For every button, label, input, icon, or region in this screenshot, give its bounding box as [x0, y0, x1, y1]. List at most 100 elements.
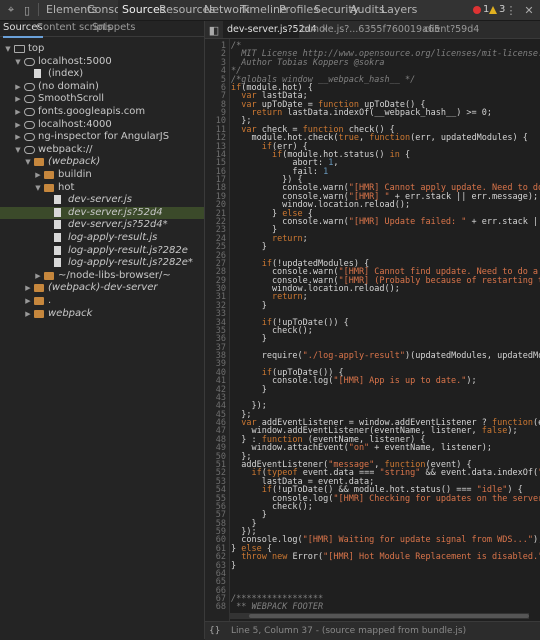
line-number[interactable]: 68 [205, 603, 226, 612]
warning-badge[interactable]: 3 [489, 3, 505, 17]
expanded-arrow-icon[interactable]: ▼ [24, 156, 32, 168]
tree-item-label: localhost:4000 [38, 118, 112, 130]
tab-layers[interactable]: Layers [377, 0, 421, 20]
folder-icon [34, 158, 44, 167]
horizontal-scrollbar[interactable] [229, 613, 529, 619]
tree-item[interactable]: ▶ (webpack)-dev-server [0, 282, 204, 294]
expanded-arrow-icon[interactable]: ▼ [4, 43, 12, 55]
code-token: } [231, 384, 267, 395]
collapsed-arrow-icon[interactable]: ▶ [24, 282, 32, 294]
code-token: Error( [287, 552, 324, 563]
code-token: && event.data.indexOf( [420, 468, 539, 479]
toggle-navigator-icon[interactable]: ◧ [207, 23, 221, 37]
file-icon [54, 258, 61, 268]
line-gutter[interactable]: 1 2 3 4 5 6 7 8 9 10 11 12 13 14 15 16 17 18 19 20 21 22 23 24 2… [205, 39, 230, 621]
tree-item-label: dev-server.js?52d4 [68, 206, 163, 218]
tree-item[interactable]: ▼ webpack:// [0, 144, 204, 156]
expanded-arrow-icon[interactable]: ▼ [14, 144, 22, 156]
tree-item[interactable]: ▶ ng-inspector for AngularJS [0, 131, 204, 143]
code-token: (err, updatedModules) { [410, 133, 528, 144]
expanded-arrow-icon[interactable]: ▼ [14, 56, 22, 68]
cloud-icon [24, 95, 35, 104]
code-token: "on" [348, 443, 370, 454]
tree-item[interactable]: ▶ webpack [0, 308, 204, 320]
tree-item[interactable]: log-apply-result.js?282e* [0, 257, 204, 269]
code-token: throw [241, 552, 267, 563]
file-icon [54, 245, 61, 255]
collapsed-arrow-icon[interactable]: ▶ [14, 119, 22, 131]
tree-item[interactable]: ▶ buildin [0, 169, 204, 181]
inspect-icon[interactable]: ⌖ [4, 3, 18, 17]
tree-item-label: (webpack)-dev-server [48, 282, 158, 294]
editor-tabs: ◧ dev-server.js?52d4 × bundle.js?...6355f7… [205, 21, 540, 39]
tree-item[interactable]: ▶ (no domain) [0, 81, 204, 93]
collapsed-arrow-icon[interactable]: ▶ [24, 308, 32, 320]
pretty-print-icon[interactable]: {} [209, 622, 220, 640]
code-view[interactable]: 1 2 3 4 5 6 7 8 9 10 11 12 13 14 15 16 17 18 19 20 21 22 23 24 2… [205, 39, 540, 621]
tree-item-label: fonts.googleapis.com [38, 106, 146, 117]
tree-item[interactable]: ▶ SmoothScroll [0, 93, 204, 105]
cloud-icon [24, 120, 35, 129]
tree-item[interactable]: ▼ hot [0, 182, 204, 194]
source-editor: ◧ dev-server.js?52d4 × bundle.js?...6355f7… [205, 21, 540, 640]
tree-item[interactable]: ▶ ~/node-libs-browser/~ [0, 270, 204, 282]
nav-tab-snippets[interactable]: Snippets [92, 21, 135, 36]
more-icon[interactable]: ⋮ [504, 3, 518, 17]
tree-item-label: log-apply-result.js [68, 232, 158, 243]
editor-tab[interactable]: bundle.js?...6355f760019a65 [297, 21, 440, 38]
collapsed-arrow-icon[interactable]: ▶ [34, 169, 42, 181]
collapsed-arrow-icon[interactable]: ▶ [14, 81, 22, 93]
tree-item[interactable]: ▼ localhost:5000 [0, 56, 204, 68]
tree-item-label: dev-server.js?52d4* [68, 219, 168, 231]
code-token: "[HMR] Update failed: " [348, 216, 467, 227]
tree-item[interactable]: ▼ top [0, 43, 204, 55]
code-token: "[HMR] Checking for updates on the serve… [333, 493, 540, 504]
code-token: "[HMR] App is up to date." [333, 376, 467, 387]
code-token: } [231, 242, 267, 253]
code-token: return [271, 292, 303, 303]
devtools-toolbar: ⌖ ▯ Elements Console Sources Resources Netwo… [0, 0, 540, 21]
code-line: ** WEBPACK FOOTER [231, 603, 323, 612]
navigator-tabs: Sources Content scripts Snippets [0, 21, 204, 38]
code-line: console.log("[HMR] Waiting for update si… [231, 536, 540, 545]
collapsed-arrow-icon[interactable]: ▶ [14, 93, 22, 105]
tree-item[interactable]: ▼ (webpack) [0, 156, 204, 168]
collapsed-arrow-icon[interactable]: ▶ [24, 295, 32, 307]
tree-item[interactable]: dev-server.js [0, 194, 204, 206]
code-token: + err.stack || err.message); [389, 191, 539, 202]
tree-item[interactable]: ▶ fonts.googleapis.com [0, 106, 204, 118]
code-line: } [231, 243, 267, 252]
tree-item[interactable]: ▶. [0, 295, 204, 307]
code-token: ); [532, 535, 540, 546]
file-icon [54, 195, 61, 205]
navigator-panel: Sources Content scripts Snippets ▼ top ▼ loca… [0, 21, 205, 639]
tree-item-label: (index) [48, 68, 84, 80]
tree-item[interactable]: log-apply-result.js?282e [0, 245, 204, 257]
folder-icon [34, 297, 44, 305]
error-badge[interactable]: 1 [473, 3, 489, 17]
editor-tab[interactable]: dev-server.js?52d4 × [223, 21, 329, 38]
tree-item[interactable]: log-apply-result.js [0, 232, 204, 244]
tree-item[interactable]: ▶ localhost:4000 [0, 119, 204, 131]
tree-item[interactable]: dev-server.js?52d4 [0, 206, 204, 219]
code-token: } [231, 560, 237, 571]
code-line: window.attachEvent("on" + eventName, lis… [231, 444, 492, 453]
code-line: } [231, 384, 267, 395]
code-line: throw new Error("[HMR] Hot Module Replac… [231, 553, 540, 562]
tree-item[interactable]: dev-server.js?52d4* [0, 219, 204, 231]
close-icon[interactable]: ✕ [522, 3, 536, 17]
collapsed-arrow-icon[interactable]: ▶ [14, 106, 22, 118]
device-icon[interactable]: ▯ [20, 3, 34, 17]
editor-tab[interactable]: client?59d4 [420, 21, 484, 38]
code-token: ); [507, 426, 518, 437]
cloud-icon [24, 133, 35, 142]
cloud-icon [24, 145, 35, 154]
tree-item-label: localhost:5000 [38, 55, 112, 67]
collapsed-arrow-icon[interactable]: ▶ [14, 131, 22, 143]
scrollbar-thumb[interactable] [249, 614, 529, 618]
expanded-arrow-icon[interactable]: ▼ [34, 182, 42, 194]
tree-item-label: SmoothScroll [38, 93, 104, 105]
code-token: Author Tobias Koppers @sokra [231, 57, 385, 68]
collapsed-arrow-icon[interactable]: ▶ [34, 270, 42, 282]
tree-item[interactable]: (index) [0, 68, 204, 80]
